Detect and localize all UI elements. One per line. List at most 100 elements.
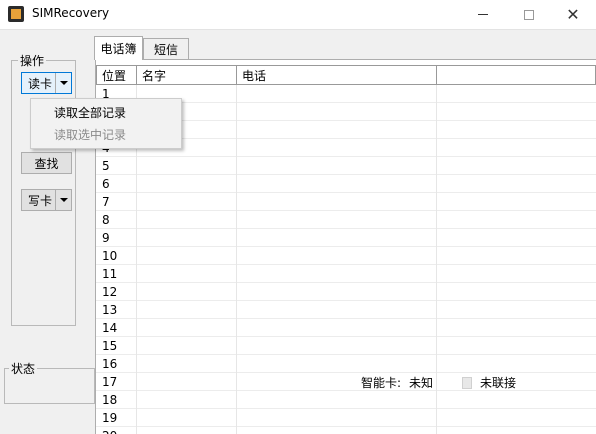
chevron-down-icon (59, 81, 68, 85)
read-card-menu: 读取全部记录 读取选中记录 (30, 98, 182, 149)
connection-indicator (462, 377, 472, 389)
menu-item-read-all[interactable]: 读取全部记录 (32, 101, 180, 123)
table-row[interactable]: 16 (96, 355, 596, 373)
cell-phone (236, 265, 437, 283)
cell-phone (236, 157, 437, 175)
table-row[interactable]: 7 (96, 193, 596, 211)
table-header: 位置 名字 电话 (96, 65, 596, 85)
cell-position: 13 (96, 301, 137, 319)
status-group: 状态 (4, 360, 95, 404)
table-row[interactable]: 9 (96, 229, 596, 247)
cell-name (136, 175, 237, 193)
cell-phone (236, 139, 437, 157)
cell-phone (236, 355, 437, 373)
read-card-button[interactable]: 读卡 (21, 72, 72, 94)
table-row[interactable]: 10 (96, 247, 596, 265)
cell-phone (236, 283, 437, 301)
column-header-empty[interactable] (436, 65, 596, 85)
cell-position: 19 (96, 409, 137, 427)
menu-item-read-selected[interactable]: 读取选中记录 (32, 123, 180, 145)
cell-phone (236, 247, 437, 265)
cell-position: 18 (96, 391, 137, 409)
read-card-dropdown-arrow[interactable] (55, 73, 71, 93)
table-row[interactable]: 6 (96, 175, 596, 193)
cell-name (136, 193, 237, 211)
table-row[interactable]: 14 (96, 319, 596, 337)
close-button[interactable]: ✕ (550, 0, 596, 29)
window-title: SIMRecovery (32, 6, 110, 20)
cell-name (136, 409, 237, 427)
cell-name (136, 337, 237, 355)
find-button[interactable]: 查找 (21, 152, 72, 174)
cell-position: 12 (96, 283, 137, 301)
table-row[interactable]: 18 (96, 391, 596, 409)
minimize-button[interactable] (460, 0, 506, 29)
minimize-icon (478, 14, 488, 15)
cell-position: 11 (96, 265, 137, 283)
write-card-label: 写卡 (28, 193, 53, 208)
cell-phone (236, 319, 437, 337)
write-card-button[interactable]: 写卡 (21, 189, 72, 211)
tab-phonebook[interactable]: 电话簿 (94, 36, 143, 60)
cell-name (136, 211, 237, 229)
cell-phone (236, 175, 437, 193)
cell-position: 10 (96, 247, 137, 265)
cell-phone (236, 391, 437, 409)
cell-position: 9 (96, 229, 137, 247)
title-bar[interactable]: SIMRecovery ✕ (0, 0, 596, 29)
cell-phone (236, 409, 437, 427)
find-label: 查找 (34, 156, 59, 171)
table-row[interactable]: 12 (96, 283, 596, 301)
table-row[interactable]: 8 (96, 211, 596, 229)
table-row[interactable]: 5 (96, 157, 596, 175)
cell-name (136, 301, 237, 319)
table-row[interactable]: 13 (96, 301, 596, 319)
cell-position: 15 (96, 337, 137, 355)
smartcard-value: 未知 (409, 376, 434, 390)
cell-name (136, 283, 237, 301)
cell-position: 5 (96, 157, 137, 175)
cell-position: 14 (96, 319, 137, 337)
cell-name (136, 373, 237, 391)
tab-phonebook-label: 电话簿 (100, 42, 137, 56)
cell-name (136, 355, 237, 373)
cell-name (136, 229, 237, 247)
operations-caption: 操作 (18, 52, 47, 69)
table-row[interactable]: 19 (96, 409, 596, 427)
smartcard-label: 智能卡: (361, 376, 402, 390)
cell-phone (236, 85, 437, 103)
tab-sms-label: 短信 (153, 42, 178, 57)
cell-position: 8 (96, 211, 137, 229)
cell-phone (236, 301, 437, 319)
maximize-button[interactable] (506, 0, 552, 29)
chevron-down-icon (59, 198, 68, 202)
cell-position: 17 (96, 373, 137, 391)
write-card-dropdown-arrow[interactable] (55, 190, 71, 210)
cell-position: 16 (96, 355, 137, 373)
column-header-phone[interactable]: 电话 (236, 65, 437, 85)
main-area: 操作 读卡 查找 写卡 状态 电话簿 短信 位置 名字 电话 1 2 3 4 5… (0, 29, 596, 434)
table-row[interactable]: 11 (96, 265, 596, 283)
column-header-position[interactable]: 位置 (96, 65, 137, 85)
cell-name (136, 319, 237, 337)
app-icon (8, 6, 24, 22)
cell-phone (236, 229, 437, 247)
cell-phone (236, 121, 437, 139)
cell-position: 20 (96, 427, 137, 434)
tab-sms[interactable]: 短信 (143, 38, 189, 59)
table-row[interactable]: 20 (96, 427, 596, 434)
status-caption: 状态 (9, 360, 38, 377)
cell-position: 6 (96, 175, 137, 193)
cell-position: 7 (96, 193, 137, 211)
connection-status: 未联接 (480, 376, 517, 390)
cell-name (136, 427, 237, 434)
cell-phone (236, 103, 437, 121)
cell-phone (236, 373, 437, 391)
table-row[interactable]: 17 (96, 373, 596, 391)
cell-name (136, 247, 237, 265)
table-row[interactable]: 15 (96, 337, 596, 355)
cell-name (136, 391, 237, 409)
cell-phone (236, 427, 437, 434)
cell-phone (236, 193, 437, 211)
column-header-name[interactable]: 名字 (136, 65, 237, 85)
